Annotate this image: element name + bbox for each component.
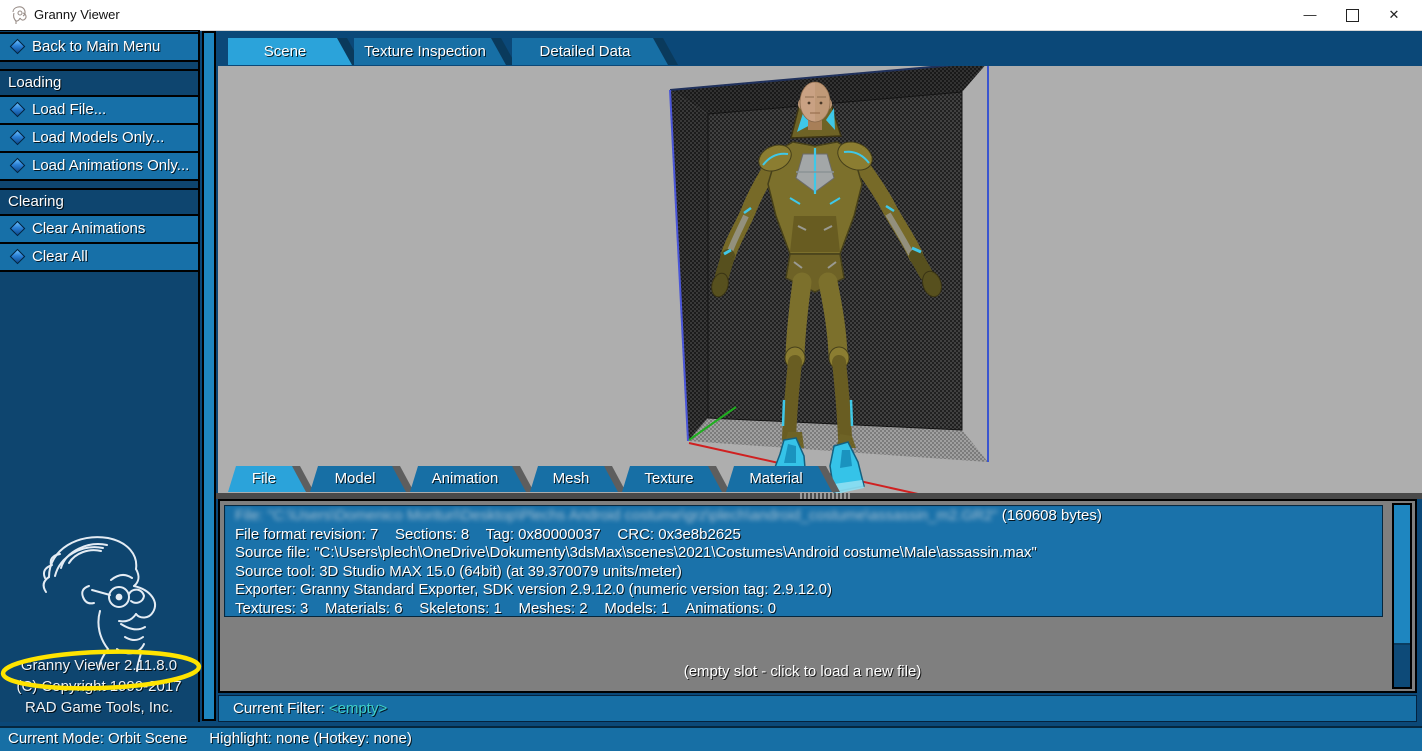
diamond-icon — [10, 249, 26, 265]
tab-material-list[interactable]: Material List — [726, 466, 832, 492]
copyright-line: (C) Copyright 1999-2017 — [0, 678, 198, 695]
clear-animations-button[interactable]: Clear Animations — [0, 214, 198, 244]
clearing-section-header: Clearing — [0, 188, 198, 212]
tab-scene-preview[interactable]: Scene Preview — [228, 38, 352, 65]
app-icon — [9, 4, 29, 26]
file-format-line: File format revision: 7 Sections: 8 Tag:… — [235, 526, 1372, 545]
load-animations-only-button[interactable]: Load Animations Only... — [0, 151, 198, 181]
loading-section-header: Loading — [0, 69, 198, 93]
filter-value: <empty> — [329, 700, 387, 717]
source-file-line: Source file: "C:\Users\plech\OneDrive\Do… — [235, 544, 1372, 563]
panel-splitter[interactable] — [216, 493, 1422, 499]
file-list-panel: File: "C:\Users\Domenico Morituri\Deskto… — [218, 499, 1417, 693]
title-bar[interactable]: Granny Viewer — ✕ — [0, 0, 1422, 31]
splitter-grip-icon[interactable] — [800, 493, 850, 499]
company-line: RAD Game Tools, Inc. — [0, 699, 198, 716]
diamond-icon — [10, 102, 26, 118]
scrollbar-thumb[interactable] — [1394, 505, 1410, 645]
granny-logo — [14, 523, 186, 673]
sidebar: Back to Main Menu Loading Load File... L… — [0, 30, 200, 722]
load-models-only-button[interactable]: Load Models Only... — [0, 123, 198, 153]
diamond-icon — [10, 130, 26, 146]
file-list-scrollbar[interactable] — [1392, 503, 1412, 689]
diamond-icon — [10, 221, 26, 237]
tab-model-list[interactable]: Model List — [310, 466, 406, 492]
window-title: Granny Viewer — [34, 7, 120, 22]
app-version: Granny Viewer 2.11.8.0 — [0, 657, 198, 674]
empty-file-slot[interactable]: (empty slot - click to load a new file) — [220, 663, 1385, 680]
status-bar: Current Mode: Orbit Scene Highlight: none… — [0, 726, 1422, 751]
filter-label: Current Filter: — [233, 700, 329, 717]
scene-3d-render — [218, 66, 1422, 493]
diamond-icon — [10, 158, 26, 174]
load-file-button[interactable]: Load File... — [0, 95, 198, 125]
tab-texture-list[interactable]: Texture List — [622, 466, 722, 492]
sidebar-splitter[interactable] — [202, 31, 216, 721]
maximize-button[interactable] — [1332, 0, 1372, 30]
tab-detailed-data-view[interactable]: Detailed Data View — [512, 38, 668, 65]
tab-texture-inspection[interactable]: Texture Inspection — [354, 38, 506, 65]
clear-all-button[interactable]: Clear All — [0, 242, 198, 272]
exporter-line: Exporter: Granny Standard Exporter, SDK … — [235, 581, 1372, 600]
loaded-file-slot[interactable]: File: "C:\Users\Domenico Morituri\Deskto… — [224, 505, 1383, 617]
minimize-button[interactable]: — — [1290, 0, 1330, 30]
source-tool-line: Source tool: 3D Studio MAX 15.0 (64bit) … — [235, 563, 1372, 582]
current-filter-bar: Current Filter: <empty> — [218, 695, 1417, 722]
current-mode-text: Current Mode: Orbit Scene — [8, 730, 187, 747]
diamond-icon — [10, 39, 26, 55]
content-counts-line: Textures: 3 Materials: 6 Skeletons: 1 Me… — [235, 600, 1372, 618]
highlight-text: Highlight: none (Hotkey: none) — [209, 730, 412, 747]
file-path-line: File: "C:\Users\Domenico Morituri\Deskto… — [235, 507, 1372, 526]
close-button[interactable]: ✕ — [1374, 0, 1414, 30]
back-to-main-menu-button[interactable]: Back to Main Menu — [0, 32, 198, 62]
tab-mesh-list[interactable]: Mesh List — [530, 466, 618, 492]
scene-viewport[interactable] — [218, 66, 1422, 493]
maximize-icon — [1346, 9, 1359, 22]
granny-viewer-window: Granny Viewer — ✕ Back to Main Menu Load… — [0, 0, 1422, 751]
tab-animation-list[interactable]: Animation List — [410, 466, 526, 492]
